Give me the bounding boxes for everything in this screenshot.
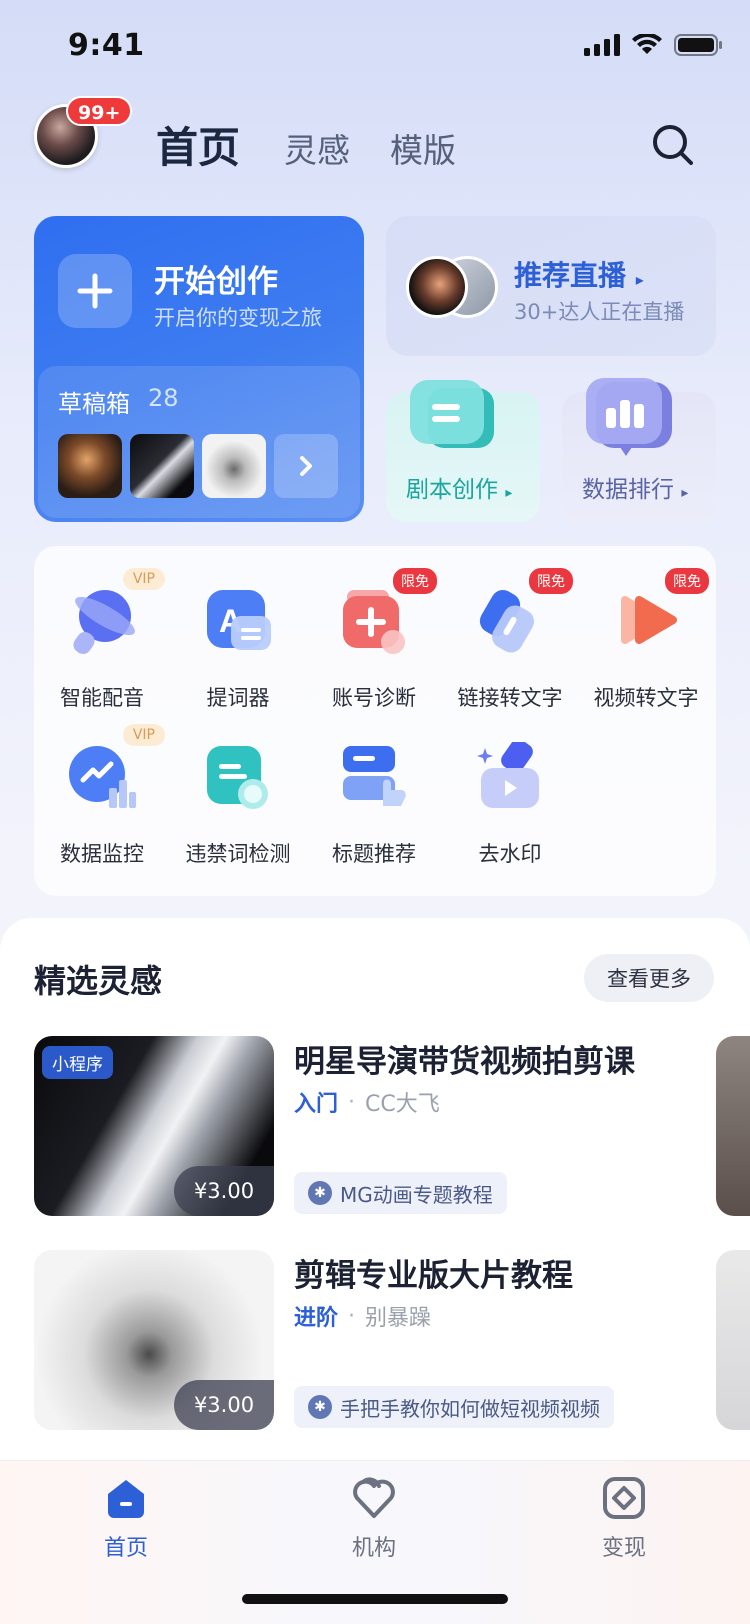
- organization-icon: [353, 1477, 395, 1518]
- tool-label: 提词器: [206, 686, 270, 710]
- course-topic-chip[interactable]: ✱ 手把手教你如何做短视频视频: [294, 1386, 614, 1428]
- title-icon: [343, 746, 406, 806]
- draft-label: 草稿箱: [58, 390, 130, 418]
- ranking-icon: [586, 378, 672, 456]
- tool-label: 账号诊断: [332, 686, 416, 710]
- signal-icon: [584, 34, 620, 56]
- wifi-icon: [632, 34, 662, 54]
- nav-label: 机构: [351, 1536, 396, 1561]
- draft-thumb[interactable]: [58, 434, 122, 498]
- battery-icon: [674, 34, 722, 56]
- tab-templates[interactable]: 模版: [390, 124, 456, 172]
- start-creating-card[interactable]: 开始创作 开启你的变现之旅 草稿箱 28: [34, 216, 364, 522]
- course-topic-chip[interactable]: ✱ MG动画专题教程: [294, 1172, 507, 1214]
- link-icon: [479, 589, 534, 653]
- monitor-icon: [69, 746, 136, 808]
- script-creation-label: 剧本创作 ▸: [406, 477, 513, 503]
- watermark-icon: [477, 739, 539, 808]
- chevron-right-icon: [300, 456, 312, 476]
- course-level: 入门: [294, 1092, 339, 1117]
- asterisk-icon: ✱: [308, 1395, 332, 1419]
- notification-badge: 99+: [66, 96, 133, 126]
- video-text-icon: [621, 596, 677, 644]
- tool-link-to-text[interactable]: 限免 链接转文字: [442, 568, 578, 712]
- vip-badge: VIP: [122, 568, 165, 590]
- next-course-peek[interactable]: [716, 1250, 750, 1430]
- forbidden-word-icon: [207, 746, 268, 809]
- start-subtitle: 开启你的变现之旅: [154, 306, 322, 330]
- nav-label: 首页: [103, 1536, 148, 1561]
- tool-teleprompter[interactable]: A 提词器: [170, 586, 306, 712]
- mini-program-tag: 小程序: [42, 1046, 113, 1079]
- diagnosis-icon: [343, 590, 405, 654]
- start-title: 开始创作: [154, 264, 278, 300]
- live-title: 推荐直播 ▸: [514, 259, 644, 292]
- nav-monetize[interactable]: 变现: [564, 1476, 684, 1562]
- recommended-live-card[interactable]: 推荐直播 ▸ 30+达人正在直播: [386, 216, 716, 356]
- prompter-icon: A: [207, 590, 271, 650]
- tool-label: 违禁词检测: [185, 842, 291, 866]
- tool-forbidden-word-check[interactable]: 违禁词检测: [170, 742, 306, 868]
- draft-more-button[interactable]: [274, 434, 338, 498]
- next-course-peek[interactable]: [716, 1036, 750, 1216]
- caret-right-icon: ▸: [505, 485, 513, 501]
- draft-thumb[interactable]: [130, 434, 194, 498]
- tab-home[interactable]: 首页: [156, 114, 240, 175]
- tool-video-to-text[interactable]: 限免 视频转文字: [578, 568, 714, 712]
- caret-right-icon: ▸: [681, 485, 689, 501]
- price-tag: ¥3.00: [174, 1380, 274, 1430]
- monetize-icon: [603, 1477, 645, 1519]
- draft-count: 28: [148, 384, 179, 412]
- tool-data-monitoring[interactable]: VIP 数据监控: [34, 724, 170, 868]
- tool-label: 链接转文字: [457, 686, 563, 710]
- tool-remove-watermark[interactable]: 去水印: [442, 739, 578, 868]
- tool-label: 去水印: [478, 842, 542, 866]
- meta-separator: ·: [348, 1089, 356, 1115]
- featured-title: 精选灵感: [34, 962, 163, 1000]
- course-author: 别暴躁: [365, 1306, 432, 1331]
- tool-label: 视频转文字: [593, 686, 699, 710]
- course-level: 进阶: [294, 1306, 339, 1331]
- course-meta: 入门 · CC大飞: [294, 1086, 440, 1118]
- tool-label: 标题推荐: [332, 842, 416, 866]
- data-ranking-label: 数据排行 ▸: [582, 477, 689, 503]
- course-meta: 进阶 · 别暴躁: [294, 1300, 431, 1332]
- price-tag: ¥3.00: [174, 1166, 274, 1216]
- search-icon[interactable]: [652, 124, 694, 166]
- asterisk-icon: ✱: [308, 1181, 332, 1205]
- status-time: 9:41: [68, 28, 145, 63]
- status-icons: [584, 34, 722, 56]
- view-more-button[interactable]: 查看更多: [584, 954, 714, 1002]
- tool-label: 智能配音: [60, 686, 144, 710]
- course-title[interactable]: 明星导演带货视频拍剪课: [294, 1036, 635, 1081]
- meta-separator: ·: [348, 1303, 356, 1329]
- nav-organization[interactable]: 机构: [314, 1476, 434, 1562]
- tool-account-diagnosis[interactable]: 限免 账号诊断: [306, 568, 442, 712]
- script-icon: [410, 380, 494, 448]
- tool-title-recommend[interactable]: 标题推荐: [306, 742, 442, 868]
- nav-home[interactable]: 首页: [66, 1476, 186, 1562]
- vip-badge: VIP: [122, 724, 165, 746]
- live-subtitle: 30+达人正在直播: [514, 300, 685, 324]
- free-badge: 限免: [529, 568, 573, 594]
- course-thumbnail[interactable]: 小程序 ¥3.00: [34, 1036, 274, 1216]
- plus-icon: [58, 254, 132, 328]
- draft-thumb[interactable]: [202, 434, 266, 498]
- chip-label: 手把手教你如何做短视频视频: [340, 1396, 600, 1421]
- course-author: CC大飞: [365, 1092, 440, 1117]
- free-badge: 限免: [665, 568, 709, 594]
- course-thumbnail[interactable]: ¥3.00: [34, 1250, 274, 1430]
- free-badge: 限免: [393, 568, 437, 594]
- course-title[interactable]: 剪辑专业版大片教程: [294, 1250, 573, 1295]
- tab-inspiration[interactable]: 灵感: [284, 124, 350, 172]
- voice-icon: [73, 590, 135, 655]
- caret-right-icon: ▸: [635, 270, 644, 289]
- nav-label: 变现: [601, 1536, 646, 1561]
- chip-label: MG动画专题教程: [340, 1182, 493, 1207]
- home-indicator: [242, 1594, 508, 1604]
- tool-smart-dubbing[interactable]: VIP 智能配音: [34, 568, 170, 712]
- streamer-avatar: [406, 256, 468, 318]
- home-icon: [108, 1480, 144, 1518]
- tool-label: 数据监控: [60, 842, 144, 866]
